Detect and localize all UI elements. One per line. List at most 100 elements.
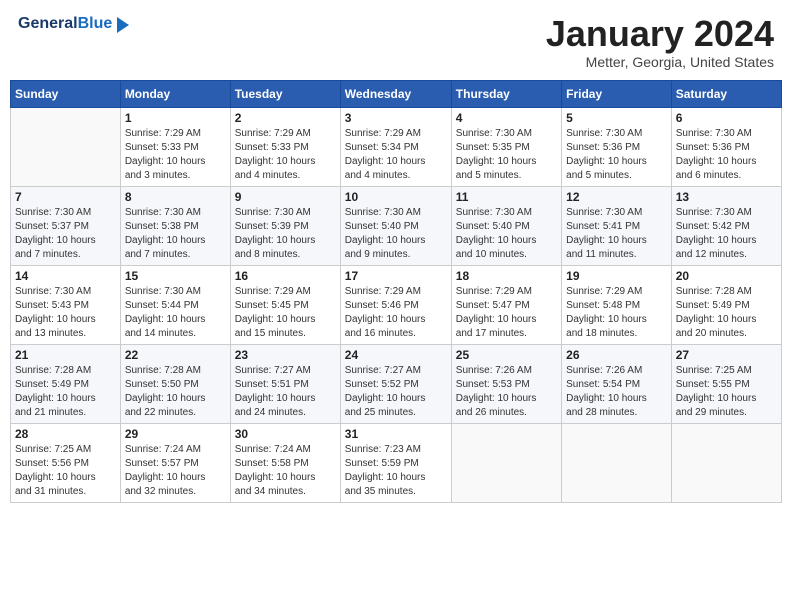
day-number: 28 [15, 427, 116, 441]
calendar-week-row: 14 Sunrise: 7:30 AM Sunset: 5:43 PM Dayli… [11, 265, 782, 344]
day-number: 16 [235, 269, 336, 283]
day-number: 29 [125, 427, 226, 441]
day-detail: Sunrise: 7:29 AM Sunset: 5:34 PM Dayligh… [345, 127, 447, 183]
calendar-cell: 10 Sunrise: 7:30 AM Sunset: 5:40 PM Dayli… [340, 186, 451, 265]
day-number: 26 [566, 348, 667, 362]
calendar-cell: 11 Sunrise: 7:30 AM Sunset: 5:40 PM Dayli… [451, 186, 561, 265]
day-number: 20 [676, 269, 777, 283]
logo-general: General [18, 15, 78, 32]
day-number: 3 [345, 111, 447, 125]
day-detail: Sunrise: 7:30 AM Sunset: 5:36 PM Dayligh… [566, 127, 667, 183]
logo: GeneralBlue [18, 14, 129, 33]
day-number: 17 [345, 269, 447, 283]
calendar-cell: 5 Sunrise: 7:30 AM Sunset: 5:36 PM Daylig… [562, 107, 672, 186]
calendar-table: SundayMondayTuesdayWednesdayThursdayFrid… [10, 80, 782, 503]
day-detail: Sunrise: 7:26 AM Sunset: 5:53 PM Dayligh… [456, 364, 557, 420]
day-number: 10 [345, 190, 447, 204]
day-detail: Sunrise: 7:24 AM Sunset: 5:57 PM Dayligh… [125, 443, 226, 499]
day-detail: Sunrise: 7:30 AM Sunset: 5:40 PM Dayligh… [345, 206, 447, 262]
day-number: 30 [235, 427, 336, 441]
calendar-cell: 18Sunrise: 7:29 AM Sunset: 5:47 PM Dayli… [451, 265, 561, 344]
column-header-tuesday: Tuesday [230, 80, 340, 107]
calendar-header-row: SundayMondayTuesdayWednesdayThursdayFrid… [11, 80, 782, 107]
day-number: 5 [566, 111, 667, 125]
day-detail: Sunrise: 7:24 AM Sunset: 5:58 PM Dayligh… [235, 443, 336, 499]
day-number: 7 [15, 190, 116, 204]
calendar-cell: 24 Sunrise: 7:27 AM Sunset: 5:52 PM Dayli… [340, 344, 451, 423]
day-detail: Sunrise: 7:23 AM Sunset: 5:59 PM Dayligh… [345, 443, 447, 499]
calendar-title: January 2024 [546, 14, 774, 54]
day-detail: Sunrise: 7:30 AM Sunset: 5:43 PM Dayligh… [15, 285, 116, 341]
calendar-cell: 28 Sunrise: 7:25 AM Sunset: 5:56 PM Dayli… [11, 423, 121, 502]
calendar-cell: 23 Sunrise: 7:27 AM Sunset: 5:51 PM Dayli… [230, 344, 340, 423]
calendar-cell: 14 Sunrise: 7:30 AM Sunset: 5:43 PM Dayli… [11, 265, 121, 344]
calendar-cell: 22 Sunrise: 7:28 AM Sunset: 5:50 PM Dayli… [120, 344, 230, 423]
calendar-week-row: 28 Sunrise: 7:25 AM Sunset: 5:56 PM Dayli… [11, 423, 782, 502]
day-number: 19 [566, 269, 667, 283]
day-number: 12 [566, 190, 667, 204]
day-number: 24 [345, 348, 447, 362]
day-detail: Sunrise: 7:30 AM Sunset: 5:37 PM Dayligh… [15, 206, 116, 262]
column-header-monday: Monday [120, 80, 230, 107]
day-detail: Sunrise: 7:29 AM Sunset: 5:33 PM Dayligh… [125, 127, 226, 183]
day-number: 31 [345, 427, 447, 441]
logo-blue: Blue [78, 15, 113, 32]
calendar-cell: 30 Sunrise: 7:24 AM Sunset: 5:58 PM Dayli… [230, 423, 340, 502]
day-number: 4 [456, 111, 557, 125]
day-detail: Sunrise: 7:30 AM Sunset: 5:41 PM Dayligh… [566, 206, 667, 262]
column-header-friday: Friday [562, 80, 672, 107]
calendar-cell [562, 423, 672, 502]
logo-arrow-icon [117, 17, 129, 33]
day-detail: Sunrise: 7:29 AM Sunset: 5:45 PM Dayligh… [235, 285, 336, 341]
calendar-cell: 17 Sunrise: 7:29 AM Sunset: 5:46 PM Dayli… [340, 265, 451, 344]
page-header: GeneralBlue January 2024 Metter, Georgia… [10, 10, 782, 74]
day-number: 11 [456, 190, 557, 204]
day-detail: Sunrise: 7:29 AM Sunset: 5:33 PM Dayligh… [235, 127, 336, 183]
day-detail: Sunrise: 7:28 AM Sunset: 5:49 PM Dayligh… [676, 285, 777, 341]
day-detail: Sunrise: 7:30 AM Sunset: 5:36 PM Dayligh… [676, 127, 777, 183]
day-detail: Sunrise: 7:28 AM Sunset: 5:50 PM Dayligh… [125, 364, 226, 420]
calendar-cell: 16 Sunrise: 7:29 AM Sunset: 5:45 PM Dayli… [230, 265, 340, 344]
day-detail: Sunrise: 7:29 AM Sunset: 5:48 PM Dayligh… [566, 285, 667, 341]
calendar-cell: 21 Sunrise: 7:28 AM Sunset: 5:49 PM Dayli… [11, 344, 121, 423]
day-detail: Sunrise: 7:26 AM Sunset: 5:54 PM Dayligh… [566, 364, 667, 420]
calendar-cell: 3 Sunrise: 7:29 AM Sunset: 5:34 PM Daylig… [340, 107, 451, 186]
calendar-cell: 19 Sunrise: 7:29 AM Sunset: 5:48 PM Dayli… [562, 265, 672, 344]
column-header-sunday: Sunday [11, 80, 121, 107]
day-number: 6 [676, 111, 777, 125]
day-number: 23 [235, 348, 336, 362]
calendar-cell: 8 Sunrise: 7:30 AM Sunset: 5:38 PM Daylig… [120, 186, 230, 265]
calendar-week-row: 7 Sunrise: 7:30 AM Sunset: 5:37 PM Daylig… [11, 186, 782, 265]
calendar-cell: 6 Sunrise: 7:30 AM Sunset: 5:36 PM Daylig… [671, 107, 781, 186]
day-number: 15 [125, 269, 226, 283]
calendar-cell: 4Sunrise: 7:30 AM Sunset: 5:35 PM Daylig… [451, 107, 561, 186]
calendar-cell: 1Sunrise: 7:29 AM Sunset: 5:33 PM Daylig… [120, 107, 230, 186]
day-detail: Sunrise: 7:27 AM Sunset: 5:52 PM Dayligh… [345, 364, 447, 420]
day-number: 14 [15, 269, 116, 283]
day-number: 8 [125, 190, 226, 204]
calendar-cell [451, 423, 561, 502]
calendar-cell: 9Sunrise: 7:30 AM Sunset: 5:39 PM Daylig… [230, 186, 340, 265]
day-detail: Sunrise: 7:30 AM Sunset: 5:39 PM Dayligh… [235, 206, 336, 262]
calendar-week-row: 21 Sunrise: 7:28 AM Sunset: 5:49 PM Dayli… [11, 344, 782, 423]
calendar-cell: 12 Sunrise: 7:30 AM Sunset: 5:41 PM Dayli… [562, 186, 672, 265]
calendar-week-row: 1Sunrise: 7:29 AM Sunset: 5:33 PM Daylig… [11, 107, 782, 186]
day-number: 22 [125, 348, 226, 362]
day-detail: Sunrise: 7:28 AM Sunset: 5:49 PM Dayligh… [15, 364, 116, 420]
day-number: 18 [456, 269, 557, 283]
column-header-thursday: Thursday [451, 80, 561, 107]
day-detail: Sunrise: 7:30 AM Sunset: 5:38 PM Dayligh… [125, 206, 226, 262]
day-detail: Sunrise: 7:30 AM Sunset: 5:40 PM Dayligh… [456, 206, 557, 262]
day-number: 21 [15, 348, 116, 362]
day-detail: Sunrise: 7:30 AM Sunset: 5:44 PM Dayligh… [125, 285, 226, 341]
day-detail: Sunrise: 7:29 AM Sunset: 5:46 PM Dayligh… [345, 285, 447, 341]
calendar-cell: 2 Sunrise: 7:29 AM Sunset: 5:33 PM Daylig… [230, 107, 340, 186]
calendar-cell: 31 Sunrise: 7:23 AM Sunset: 5:59 PM Dayli… [340, 423, 451, 502]
day-detail: Sunrise: 7:25 AM Sunset: 5:56 PM Dayligh… [15, 443, 116, 499]
column-header-wednesday: Wednesday [340, 80, 451, 107]
day-detail: Sunrise: 7:27 AM Sunset: 5:51 PM Dayligh… [235, 364, 336, 420]
calendar-cell: 20 Sunrise: 7:28 AM Sunset: 5:49 PM Dayli… [671, 265, 781, 344]
day-number: 2 [235, 111, 336, 125]
calendar-cell: 15 Sunrise: 7:30 AM Sunset: 5:44 PM Dayli… [120, 265, 230, 344]
day-detail: Sunrise: 7:25 AM Sunset: 5:55 PM Dayligh… [676, 364, 777, 420]
